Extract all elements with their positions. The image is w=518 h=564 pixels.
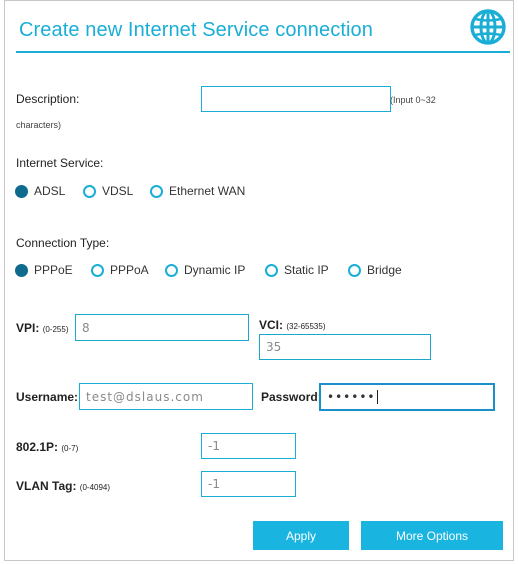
vci-range: (32-65535) xyxy=(286,322,326,331)
password-label: Password: xyxy=(261,390,322,404)
radio-static-ip[interactable]: Static IP xyxy=(265,263,329,277)
dot1p-label-text: 802.1P: xyxy=(16,440,59,454)
radio-vdsl-indicator xyxy=(83,184,96,198)
connection-type-label: Connection Type: xyxy=(16,236,110,250)
vpi-range: (0-255) xyxy=(42,325,69,334)
description-label: Description: xyxy=(16,92,80,106)
radio-static-ip-indicator xyxy=(265,263,278,277)
radio-pppoa[interactable]: PPPoA xyxy=(91,263,149,277)
description-input[interactable] xyxy=(201,86,391,112)
radio-bridge[interactable]: Bridge xyxy=(348,263,402,277)
radio-pppoa-indicator xyxy=(91,263,104,277)
vci-input[interactable]: 35 xyxy=(259,334,431,360)
radio-dynamic-ip-indicator xyxy=(165,263,178,277)
radio-ethernet-wan-indicator xyxy=(150,184,163,198)
description-hint: (Input 0~32 xyxy=(390,95,436,105)
password-input[interactable]: •••••• xyxy=(319,383,495,411)
vci-label-text: VCI: xyxy=(259,318,283,332)
radio-pppoe-label: PPPoE xyxy=(34,263,73,277)
vlan-tag-range: (0-4094) xyxy=(79,483,111,492)
apply-button[interactable]: Apply xyxy=(253,521,349,550)
radio-pppoa-label: PPPoA xyxy=(110,263,149,277)
radio-bridge-label: Bridge xyxy=(367,263,402,277)
globe-icon xyxy=(470,9,506,45)
more-options-button[interactable]: More Options xyxy=(361,521,503,550)
page-title: Create new Internet Service connection xyxy=(19,19,373,41)
vlan-tag-label: VLAN Tag: (0-4094) xyxy=(16,479,110,493)
radio-ethernet-wan[interactable]: Ethernet WAN xyxy=(150,184,245,198)
vci-label: VCI: (32-65535) xyxy=(259,318,325,332)
radio-static-ip-label: Static IP xyxy=(284,263,329,277)
text-caret xyxy=(377,390,379,404)
connection-dialog: Create new Internet Service connection D… xyxy=(4,0,514,561)
radio-dynamic-ip-label: Dynamic IP xyxy=(184,263,246,277)
radio-dynamic-ip[interactable]: Dynamic IP xyxy=(165,263,245,277)
vpi-label: VPI: (0-255) xyxy=(16,321,68,335)
dot1p-label: 802.1P: (0-7) xyxy=(16,440,78,454)
radio-adsl-indicator xyxy=(15,184,28,198)
radio-pppoe-indicator xyxy=(15,263,28,277)
vlan-tag-input[interactable]: -1 xyxy=(201,471,296,497)
description-hint-cont: characters) xyxy=(16,120,62,130)
title-divider xyxy=(16,51,510,53)
password-value: •••••• xyxy=(327,390,376,404)
radio-adsl[interactable]: ADSL xyxy=(15,184,65,198)
username-input[interactable]: test@dslaus.com xyxy=(79,383,253,410)
radio-bridge-indicator xyxy=(348,263,361,277)
vpi-input[interactable]: 8 xyxy=(75,314,249,341)
radio-ethernet-wan-label: Ethernet WAN xyxy=(169,184,246,198)
dot1p-range: (0-7) xyxy=(61,444,79,453)
internet-service-label: Internet Service: xyxy=(16,156,104,170)
radio-vdsl[interactable]: VDSL xyxy=(83,184,133,198)
username-label: Username: xyxy=(16,390,79,404)
radio-vdsl-label: VDSL xyxy=(102,184,134,198)
radio-pppoe[interactable]: PPPoE xyxy=(15,263,73,277)
vlan-tag-label-text: VLAN Tag: xyxy=(16,479,77,493)
vpi-label-text: VPI: xyxy=(16,321,40,335)
dot1p-input[interactable]: -1 xyxy=(201,433,296,459)
radio-adsl-label: ADSL xyxy=(34,184,66,198)
